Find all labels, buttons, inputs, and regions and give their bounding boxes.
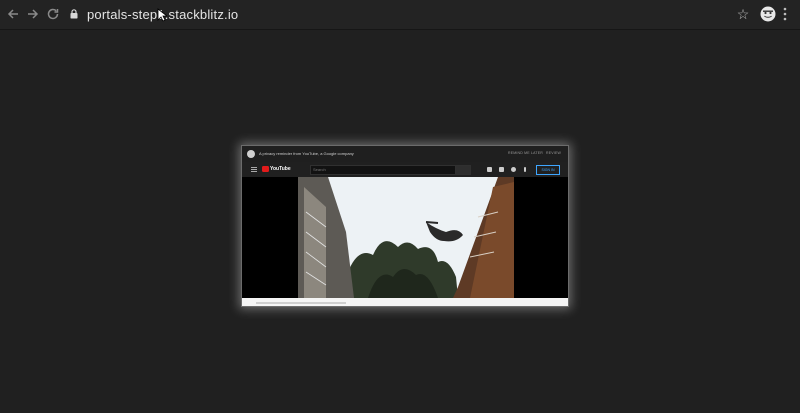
reload-icon [47,8,59,20]
browser-toolbar: portals-step1.stackblitz.io ☆ [0,0,800,30]
video-info-area [242,298,568,306]
lock-icon [70,9,78,19]
more-vert-icon[interactable] [782,7,788,21]
portal-preview[interactable]: A privacy reminder from YouTube, a Googl… [241,145,569,307]
video-title-line [256,302,346,304]
profile-avatar[interactable] [760,6,776,22]
video-camera-icon[interactable] [487,167,492,172]
back-button[interactable] [5,6,21,22]
youtube-logo-text[interactable]: YouTube [270,166,291,172]
privacy-banner: A privacy reminder from YouTube, a Googl… [242,146,568,162]
sign-in-button[interactable]: SIGN IN [536,165,560,175]
search-placeholder: Search [313,167,326,172]
banner-text: A privacy reminder from YouTube, a Googl… [259,151,354,156]
star-icon: ☆ [736,6,750,22]
remind-later-button[interactable]: REMIND ME LATER [508,151,543,155]
search-button[interactable] [455,165,471,175]
apps-grid-icon[interactable] [499,167,504,172]
forward-button[interactable] [25,6,41,22]
search-input[interactable]: Search [310,165,456,175]
settings-dots-icon[interactable] [524,167,526,172]
address-bar[interactable]: portals-step1.stackblitz.io [66,4,756,25]
youtube-logo-icon[interactable] [262,166,269,172]
video-player[interactable] [242,177,568,298]
video-frame [298,177,514,298]
reload-button[interactable] [45,6,61,22]
youtube-header: YouTube Search SIGN IN [242,162,568,178]
mouse-cursor-icon [157,8,167,22]
google-logo-icon [247,150,255,158]
review-button[interactable]: REVIEW [546,151,561,155]
arrow-left-icon [7,9,18,19]
bookmark-star-button[interactable]: ☆ [735,6,751,22]
hamburger-menu-icon[interactable] [251,167,257,172]
arrow-right-icon [28,9,39,19]
messages-icon[interactable] [511,167,516,172]
